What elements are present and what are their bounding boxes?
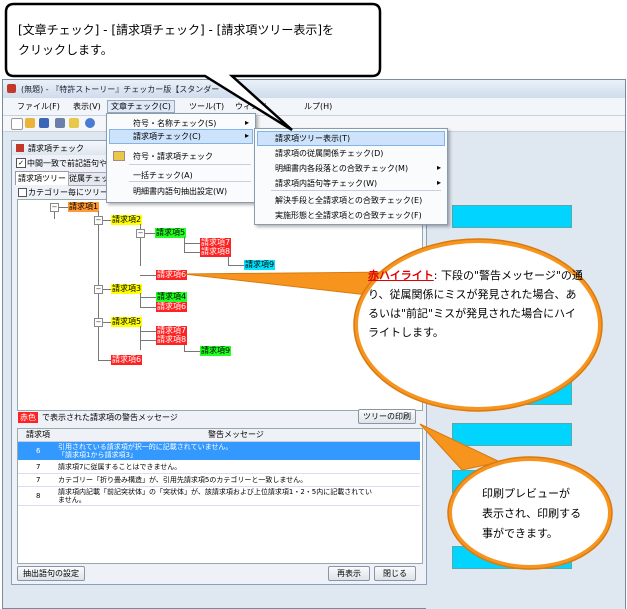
print-callout-text: 印刷プレビューが 表示され、印刷する 事ができます。 — [482, 487, 582, 540]
red-callout-text: 赤ハイライト: 下段の"警告メッセージ"の通り、従属関係にミスが発見された場合、… — [368, 269, 583, 339]
top-callout-text: [文章チェック] - [請求項チェック] - [請求項ツリー表示]を クリックし… — [18, 23, 335, 57]
print-callout-pointer — [419, 423, 502, 471]
